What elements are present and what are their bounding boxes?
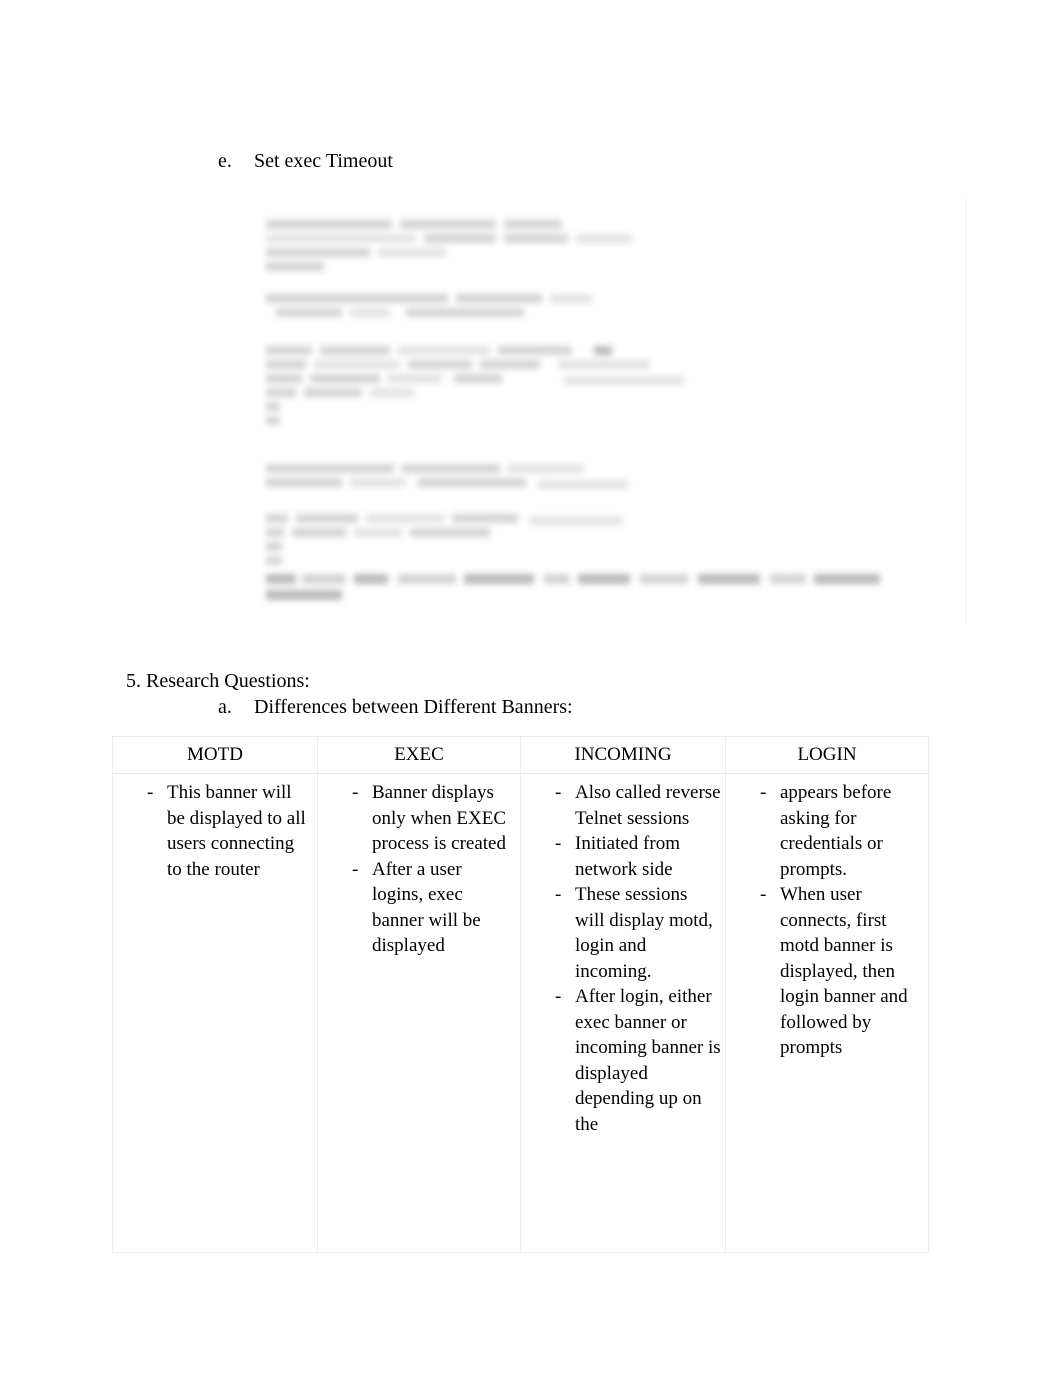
banner-comparison-table: MOTD EXEC INCOMING LOGIN This banner wil… [112, 736, 929, 1253]
list-item: These sessions will display motd, login … [525, 882, 721, 984]
list-marker-a: a. [218, 696, 232, 718]
cell-exec: Banner displays only when EXEC process i… [317, 773, 521, 1253]
heading-differences-between-banners: a. Differences between Different Banners: [218, 694, 573, 720]
cell-motd: This banner will be displayed to all use… [112, 773, 318, 1253]
bullet-list-motd: This banner will be displayed to all use… [117, 780, 313, 882]
cell-login: appears before asking for credentials or… [725, 773, 929, 1253]
column-header-motd: MOTD [112, 736, 318, 774]
list-item: Initiated from network side [525, 831, 721, 882]
list-item: appears before asking for credentials or… [730, 780, 924, 882]
list-marker-e: e. [218, 150, 232, 172]
heading-set-exec-timeout: e. Set exec Timeout [218, 148, 393, 174]
list-item: After a user logins, exec banner will be… [322, 857, 516, 959]
list-item: After login, either exec banner or incom… [525, 984, 721, 1137]
heading-differences-text: Differences between Different Banners: [254, 696, 573, 718]
bullet-list-exec: Banner displays only when EXEC process i… [322, 780, 516, 959]
bullet-list-login: appears before asking for credentials or… [730, 780, 924, 1061]
set-exec-timeout-terminal-screenshot [258, 198, 966, 622]
cell-incoming: Also called reverse Telnet sessions Init… [520, 773, 726, 1253]
list-item: Banner displays only when EXEC process i… [322, 780, 516, 857]
column-header-exec: EXEC [317, 736, 521, 774]
column-header-incoming: INCOMING [520, 736, 726, 774]
list-item: This banner will be displayed to all use… [117, 780, 313, 882]
blurred-content [258, 198, 966, 622]
column-header-login: LOGIN [725, 736, 929, 774]
bullet-list-incoming: Also called reverse Telnet sessions Init… [525, 780, 721, 1137]
list-item: When user connects, first motd banner is… [730, 882, 924, 1061]
document-page: e. Set exec Timeout 5. Research Question… [0, 0, 1062, 1377]
heading-set-exec-timeout-text: Set exec Timeout [254, 150, 393, 172]
heading-research-questions: 5. Research Questions: [126, 670, 310, 692]
table-row: This banner will be displayed to all use… [112, 773, 929, 1253]
table-header-row: MOTD EXEC INCOMING LOGIN [112, 736, 929, 774]
screenshot-right-edge [965, 198, 966, 622]
list-item: Also called reverse Telnet sessions [525, 780, 721, 831]
